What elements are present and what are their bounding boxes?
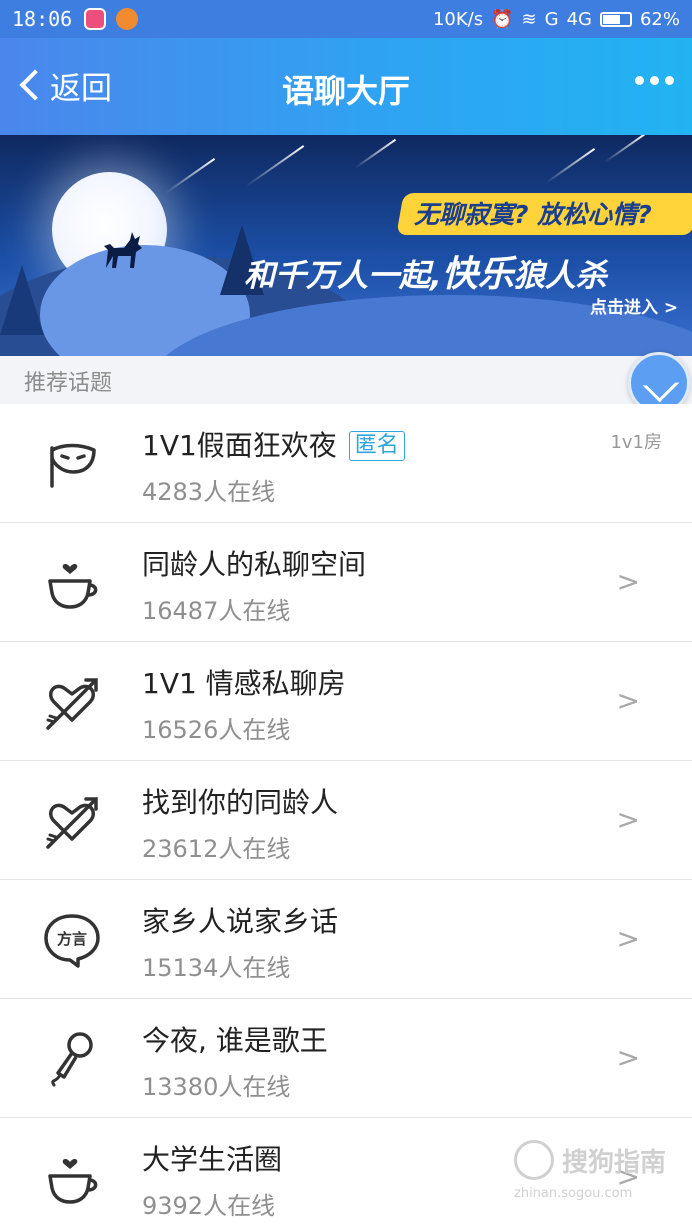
banner-question: 无聊寂寞? 放松心情? — [414, 200, 652, 229]
banner-headline: 和千万人一起,快乐狼人杀 — [244, 254, 607, 295]
room-item[interactable]: 今夜, 谁是歌王 13380人在线 > — [0, 999, 692, 1118]
battery-level: 62% — [639, 8, 680, 30]
microphone-icon — [51, 1032, 93, 1087]
signal-4g: 4G — [566, 8, 592, 30]
room-type-label: 1v1房 — [610, 432, 662, 453]
wolf-silhouette-icon — [104, 232, 142, 268]
online-count: 16526人在线 — [142, 716, 291, 744]
room-name: 找到你的同龄人 — [142, 786, 339, 819]
coffee-heart-icon — [48, 1158, 98, 1204]
heart-arrow-icon — [46, 797, 98, 849]
room-item[interactable]: 找到你的同龄人 23612人在线 > — [0, 761, 692, 880]
alarm-icon: ⏰ — [491, 8, 514, 30]
banner-cta[interactable]: 点击进入 > — [590, 293, 678, 318]
online-count: 4283人在线 — [142, 478, 276, 506]
chevron-right-icon: > — [616, 684, 640, 717]
room-item[interactable]: 1V1 情感私聊房 16526人在线 > — [0, 642, 692, 761]
online-count: 16487人在线 — [142, 597, 291, 625]
heart-arrow-icon — [46, 678, 98, 730]
signal-g: G — [544, 8, 559, 30]
anonymous-badge: 匿名 — [348, 431, 405, 461]
dialect-bubble-icon: 方言 — [44, 914, 100, 968]
online-count: 15134人在线 — [142, 954, 291, 982]
online-count: 9392人在线 — [142, 1192, 276, 1220]
room-name: 1V1假面狂欢夜 匿名 — [142, 424, 405, 464]
chevron-right-icon: > — [616, 565, 640, 598]
more-dots-icon — [635, 76, 644, 85]
section-header: 推荐话题 — [0, 356, 692, 404]
coffee-heart-icon — [48, 563, 98, 609]
chevron-right-icon: > — [616, 803, 640, 836]
room-item[interactable]: 同龄人的私聊空间 16487人在线 > — [0, 523, 692, 642]
room-name: 家乡人说家乡话 — [142, 905, 339, 938]
chevron-right-icon: > — [616, 1041, 640, 1074]
online-count: 13380人在线 — [142, 1073, 291, 1101]
status-time: 18:06 — [12, 7, 73, 31]
net-speed: 10K/s — [432, 8, 484, 30]
chevron-right-icon: > — [616, 922, 640, 955]
watermark-name: 搜狗指南 — [562, 1148, 667, 1178]
svg-text:方言: 方言 — [57, 930, 87, 948]
wifi-icon: ≋ — [521, 8, 537, 30]
watermark-url: zhinan.sogou.com — [514, 1186, 633, 1201]
battery-icon — [599, 11, 632, 27]
room-name: 大学生活圈 — [142, 1143, 283, 1176]
page-title: 语聊大厅 — [281, 72, 410, 110]
room-item[interactable]: 1V1假面狂欢夜 匿名 4283人在线 1v1房 — [0, 404, 692, 523]
status-bar: 18:06 10K/s ⏰ ≋ G 4G 62% — [0, 0, 692, 38]
online-count: 23612人在线 — [142, 835, 291, 863]
title-bar: 返回 语聊大厅 — [0, 38, 692, 135]
room-list: 1V1假面狂欢夜 匿名 4283人在线 1v1房 同龄人的私聊空间 16487人在… — [0, 404, 692, 1230]
room-item[interactable]: 方言 家乡人说家乡话 15134人在线 > — [0, 880, 692, 999]
app-notification-icon — [84, 8, 107, 30]
room-name: 同龄人的私聊空间 — [142, 548, 367, 581]
more-button[interactable] — [635, 76, 674, 85]
app-notification-icon-2 — [116, 8, 139, 30]
promo-banner[interactable]: 无聊寂寞? 放松心情? 和千万人一起,快乐狼人杀 点击进入 > — [0, 135, 692, 356]
room-name: 今夜, 谁是歌王 — [142, 1024, 328, 1057]
mask-icon — [50, 443, 96, 488]
sogou-logo-icon — [514, 1140, 554, 1180]
room-name: 1V1 情感私聊房 — [142, 667, 346, 700]
